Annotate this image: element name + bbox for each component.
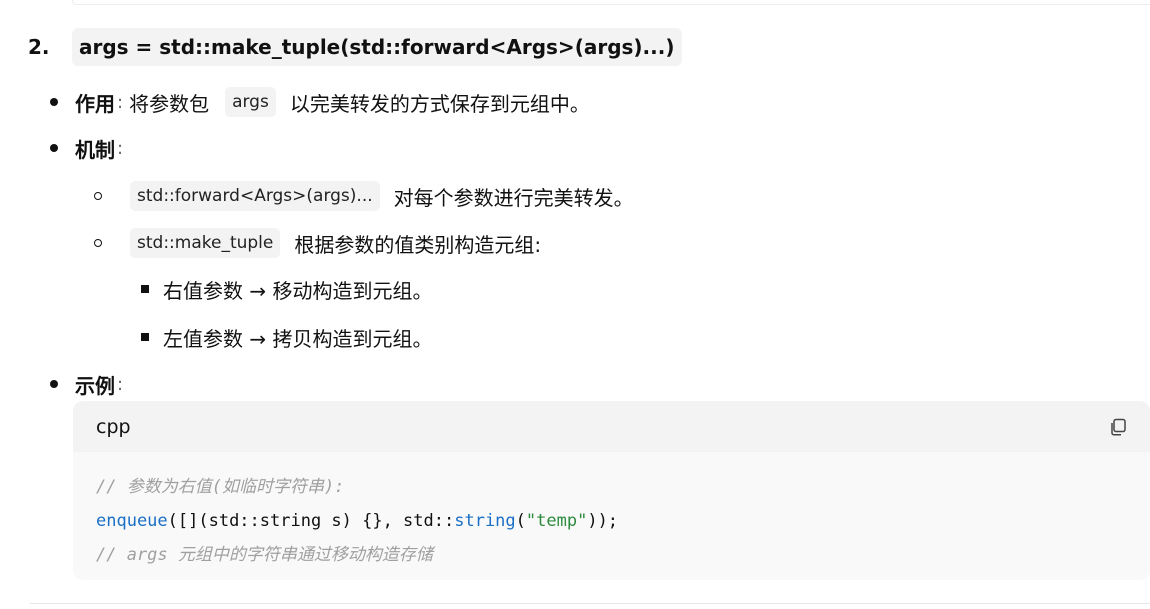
code-fn-string: string xyxy=(454,511,516,531)
bullet-square-icon xyxy=(141,285,149,293)
bullet-circle-icon xyxy=(94,239,102,247)
purpose-inline-code: args xyxy=(225,87,276,117)
list-item-mechanism: 机制 : xyxy=(50,132,129,164)
code-lambda: ([](std::string s) {}, std:: xyxy=(167,511,455,531)
example-label: 示例 xyxy=(75,373,115,398)
subsub-item-lvalue: 左值参数 → 拷贝构造到元组。 xyxy=(141,321,432,353)
previous-block-border xyxy=(72,0,1150,5)
forward-inline-code: std::forward<Args>(args)... xyxy=(130,181,380,211)
rvalue-text: 右值参数 → 移动构造到元组。 xyxy=(163,278,433,303)
heading-number: 2. xyxy=(28,35,50,59)
bullet-disc-icon xyxy=(50,144,58,152)
forward-text: 对每个参数进行完美转发。 xyxy=(393,185,634,210)
purpose-text-after: 以完美转发的方式保存到元组中。 xyxy=(289,91,590,116)
sub-item-forward: std::forward<Args>(args)... 对每个参数进行完美转发。 xyxy=(94,180,634,212)
bullet-square-icon xyxy=(141,333,149,341)
purpose-text-before: 将参数包 xyxy=(129,91,210,116)
bullet-circle-icon xyxy=(94,192,102,200)
sub-item-make-tuple: std::make_tuple 根据参数的值类别构造元组: xyxy=(94,227,541,259)
code-line-call: enqueue([](std::string s) {}, std::strin… xyxy=(96,504,1127,538)
code-string-literal: "temp" xyxy=(525,511,588,531)
code-fn-enqueue: enqueue xyxy=(96,511,168,531)
make-tuple-inline-code: std::make_tuple xyxy=(130,228,281,258)
list-item-example: 示例 : xyxy=(50,368,129,400)
mechanism-separator: : xyxy=(117,137,124,159)
code-block-header: cpp xyxy=(73,401,1150,452)
example-separator: : xyxy=(117,373,124,395)
divider xyxy=(30,603,1150,604)
code-block: cpp // 参数为右值(如临时字符串): enqueue([](std::st… xyxy=(73,401,1150,580)
bullet-disc-icon xyxy=(50,98,58,106)
copy-icon[interactable] xyxy=(1108,417,1128,437)
make-tuple-text: 根据参数的值类别构造元组: xyxy=(294,232,542,257)
bullet-disc-icon xyxy=(50,380,58,388)
code-line-comment-2: // args 元组中的字符串通过移动构造存储 xyxy=(96,545,433,565)
section-heading: 2. args = std::make_tuple(std::forward<A… xyxy=(28,28,682,66)
purpose-separator: : xyxy=(117,91,124,113)
code-paren-open: ( xyxy=(515,511,526,531)
code-paren-close: )); xyxy=(587,511,619,531)
list-item-purpose: 作用 : 将参数包 args 以完美转发的方式保存到元组中。 xyxy=(50,86,590,118)
purpose-label: 作用 xyxy=(75,91,115,116)
subsub-item-rvalue: 右值参数 → 移动构造到元组。 xyxy=(141,273,432,305)
heading-code: args = std::make_tuple(std::forward<Args… xyxy=(72,28,682,66)
mechanism-label: 机制 xyxy=(75,137,115,162)
code-language-label: cpp xyxy=(96,415,131,438)
code-line-comment-1: // 参数为右值(如临时字符串): xyxy=(96,477,345,497)
code-block-body[interactable]: // 参数为右值(如临时字符串): enqueue([](std::string… xyxy=(73,452,1150,580)
lvalue-text: 左值参数 → 拷贝构造到元组。 xyxy=(163,326,433,351)
